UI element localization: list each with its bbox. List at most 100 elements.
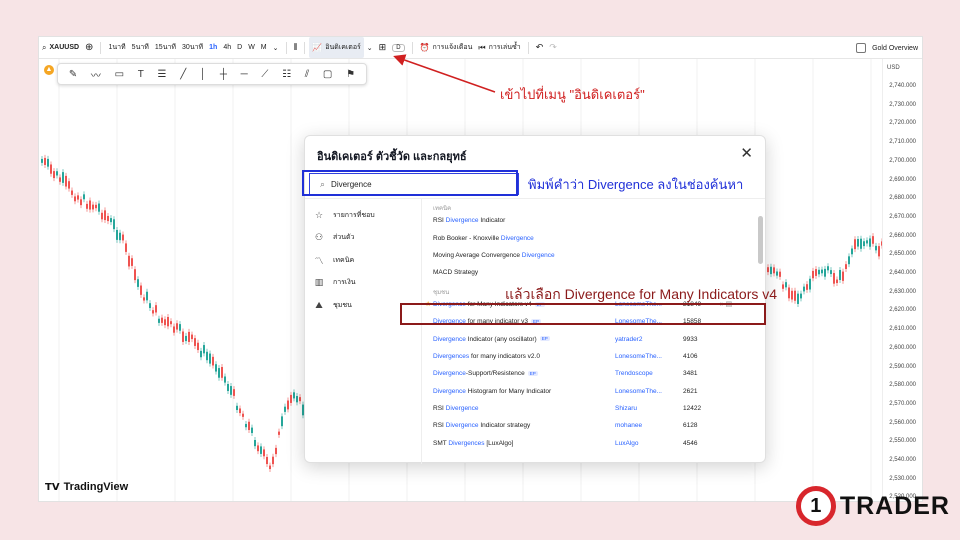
interval-tab[interactable]: M [258, 37, 270, 58]
alert-button[interactable]: ⏰ การแจ้งเตือน [417, 37, 476, 58]
result-row[interactable]: MACD Strategy [423, 264, 757, 281]
layout-badge[interactable]: D [389, 37, 407, 58]
candle [818, 266, 820, 278]
sidebar-item-label: การเงิน [333, 279, 356, 287]
result-author[interactable]: LuxAlgo [615, 440, 683, 447]
result-author[interactable]: Shizaru [615, 405, 683, 412]
results-scrollbar[interactable] [758, 216, 763, 264]
parallel-channel-icon[interactable]: ⫽ [305, 69, 309, 80]
candle [824, 265, 826, 280]
fib-icon[interactable]: ☷ [282, 69, 291, 80]
candle [806, 281, 808, 293]
interval-tab[interactable]: 1h [206, 37, 220, 58]
candle [164, 316, 166, 329]
result-name: Divergence Indicator (any oscillator) EP [433, 335, 550, 343]
currency-label[interactable]: USD [887, 65, 900, 71]
result-author[interactable]: LonesomeThe... [615, 353, 683, 360]
result-row[interactable]: Divergence Histogram for Many Indicator L… [423, 383, 757, 400]
flag-icon[interactable]: ⚑ [346, 69, 355, 80]
add-symbol-button[interactable]: ⊕ [82, 37, 96, 58]
result-author[interactable]: LonesomeThe... [615, 318, 683, 325]
candle [809, 275, 811, 293]
redo-button[interactable]: ↷ [546, 37, 560, 58]
sidebar-item[interactable]: 〽 เทคนิค [313, 249, 413, 272]
symbol-search[interactable]: ⌕ XAUUSD [39, 37, 82, 58]
candle [65, 172, 67, 190]
candle [863, 238, 865, 250]
search-input[interactable]: ⌕ Divergence [309, 173, 519, 195]
interval-tab[interactable]: 4h [220, 37, 234, 58]
close-icon[interactable]: ✕ [740, 144, 753, 162]
candle [236, 402, 238, 414]
candle [836, 276, 838, 287]
vertical-line-icon[interactable]: │ [200, 69, 206, 80]
result-name: Divergence-Support/Resistence EP [433, 370, 538, 378]
compare-toggle[interactable]: Gold Overview [856, 37, 918, 59]
community-icon: ⛰ [315, 299, 323, 310]
ray-icon[interactable]: ⟋ [261, 69, 268, 80]
candle [242, 410, 244, 420]
result-row[interactable]: RSI Divergence Indicator [423, 212, 757, 229]
candle [146, 288, 148, 304]
indicators-dropdown[interactable]: ⌄ [364, 37, 376, 58]
warning-icon[interactable]: ▲ [44, 65, 54, 75]
sidebar-item[interactable]: ▥ การเงิน [313, 272, 413, 295]
result-row[interactable]: Divergence-Support/Resistence EP Trendosco… [423, 365, 757, 382]
interval-tab[interactable]: 5นาที [129, 37, 152, 58]
horizontal-ray-icon[interactable]: ─ [241, 69, 248, 80]
candle [53, 168, 55, 182]
trendline-icon[interactable]: ╱ [180, 69, 186, 80]
result-row[interactable]: Divergence for many indicator v3 EP Loneso… [423, 313, 757, 330]
interval-tab[interactable]: 15นาที [152, 37, 179, 58]
lines-icon[interactable]: ☰ [158, 69, 167, 80]
sidebar-item[interactable]: ☆ รายการที่ชอบ [313, 204, 413, 227]
price-axis[interactable]: USD 2,740.000 2,730.000 2,720.000 2,710.000… [882, 59, 922, 501]
interval-tab[interactable]: 1นาที [105, 37, 128, 58]
result-row[interactable]: Divergences for many indicators v2.0 Lone… [423, 348, 757, 365]
interval-dropdown[interactable]: ⌄ [270, 37, 282, 58]
result-author[interactable]: Trendoscope [615, 370, 683, 377]
result-row[interactable]: Divergence Indicator (any oscillator) EP y… [423, 330, 757, 347]
result-row[interactable]: Rob Booker - Knoxville Divergence [423, 229, 757, 246]
chart-type-button[interactable]: ⫴ [291, 37, 301, 58]
result-author[interactable]: LonesomeThe... [615, 388, 683, 395]
callout-icon[interactable]: ▢ [323, 69, 332, 80]
layout-badge-label: D [392, 43, 405, 52]
text-icon[interactable]: T [138, 69, 144, 80]
candle [860, 235, 862, 252]
candle [797, 290, 799, 307]
candle [110, 215, 112, 226]
sidebar-item[interactable]: ⛰ ชุมชน [313, 294, 413, 317]
price-tick: 2,640.000 [889, 270, 916, 276]
candle [194, 335, 196, 349]
indicators-button[interactable]: 📈 อินดิเคเตอร์ [309, 37, 364, 58]
candle [782, 281, 784, 292]
undo-button[interactable]: ↶ [533, 37, 547, 58]
interval-tab[interactable]: W [245, 37, 258, 58]
search-icon: ⌕ [320, 178, 326, 189]
replay-button[interactable]: ⏮ การเล่นซ้ำ [475, 37, 523, 58]
result-row[interactable]: RSI Divergence Indicator strategy mohanee… [423, 417, 757, 434]
rectangle-icon[interactable]: ▭ [115, 69, 124, 80]
candle [284, 403, 286, 415]
path-icon[interactable]: 〰 [91, 67, 101, 82]
interval-tab[interactable]: D [234, 37, 245, 58]
result-count: 9933 [683, 335, 698, 343]
result-row[interactable]: SMT Divergences [LuxAlgo] LuxAlgo 4546 [423, 435, 757, 452]
candle [44, 154, 46, 168]
result-row[interactable]: Moving Average Convergence Divergence [423, 247, 757, 264]
horizontal-line-icon[interactable]: ┼ [220, 69, 227, 80]
sidebar-item[interactable]: ⚇ ส่วนตัว [313, 227, 413, 250]
favorite-star-icon[interactable]: ★ [425, 300, 433, 308]
layout-button[interactable]: ⊞ [376, 37, 390, 58]
candle [299, 394, 301, 405]
alarm-clock-icon: ⏰ [419, 43, 430, 52]
candle [200, 347, 202, 361]
pencil-icon[interactable]: ✎ [69, 69, 77, 80]
result-author[interactable]: yatrader2 [615, 336, 683, 343]
interval-tab[interactable]: 30นาที [179, 37, 206, 58]
result-row[interactable]: RSI Divergence Shizaru 12422 [423, 400, 757, 417]
candle [770, 263, 772, 278]
candle [245, 420, 247, 431]
result-author[interactable]: mohanee [615, 422, 683, 429]
